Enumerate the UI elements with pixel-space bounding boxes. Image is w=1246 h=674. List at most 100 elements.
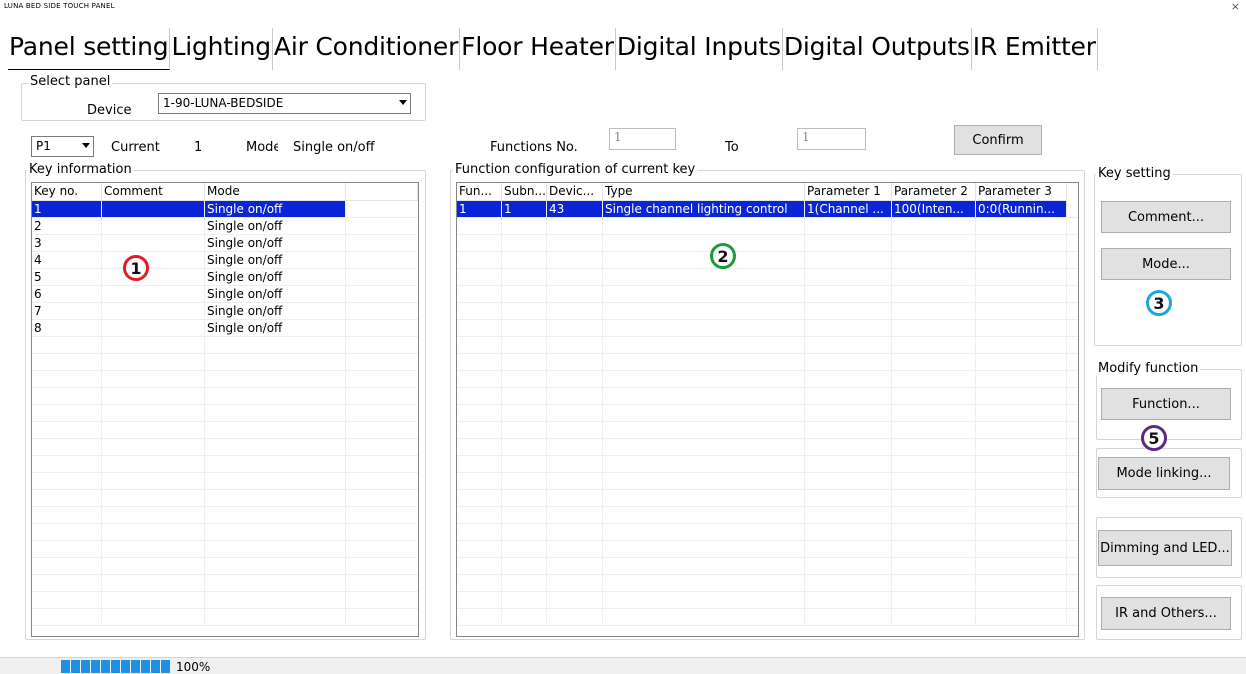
table-cell xyxy=(457,422,502,438)
table-row[interactable]: 1 1 43 Single channel lighting control 1(Cha… xyxy=(457,201,1078,218)
table-cell xyxy=(892,541,976,557)
tab-floor-heater[interactable]: Floor Heater xyxy=(460,28,616,70)
table-row xyxy=(457,303,1078,320)
functions-from-field[interactable]: 1 xyxy=(609,128,676,150)
table-cell xyxy=(102,235,205,251)
column-header[interactable]: Subn... xyxy=(502,183,547,201)
annotation-marker-1: 1 xyxy=(123,255,149,281)
table-cell: Single on/off xyxy=(205,303,346,319)
table-row xyxy=(457,252,1078,269)
table-row[interactable]: 8 Single on/off xyxy=(32,320,418,337)
table-row[interactable]: 3 Single on/off xyxy=(32,235,418,252)
column-header[interactable]: Devic... xyxy=(547,183,603,201)
column-header[interactable]: Parameter 1 xyxy=(805,183,892,201)
table-cell xyxy=(603,575,805,591)
table-row xyxy=(457,337,1078,354)
table-cell xyxy=(502,541,547,557)
progress-segment xyxy=(71,660,80,673)
mode-linking-button[interactable]: Mode linking... xyxy=(1098,457,1230,490)
table-row xyxy=(457,286,1078,303)
close-icon[interactable]: × xyxy=(1231,0,1240,13)
table-cell xyxy=(457,473,502,489)
table-cell xyxy=(502,252,547,268)
table-cell xyxy=(32,388,102,404)
functions-to-field[interactable]: 1 xyxy=(797,128,866,150)
table-cell xyxy=(976,575,1067,591)
table-cell xyxy=(976,252,1067,268)
table-cell xyxy=(805,286,892,302)
table-cell xyxy=(32,371,102,387)
function-button[interactable]: Function... xyxy=(1101,388,1231,420)
table-cell: Single on/off xyxy=(205,235,346,251)
column-header[interactable] xyxy=(346,183,418,201)
table-row xyxy=(32,371,418,388)
dimming-led-button[interactable]: Dimming and LED... xyxy=(1098,530,1232,566)
column-header[interactable]: Comment xyxy=(102,183,205,201)
table-cell xyxy=(457,405,502,421)
tab-air-conditioner[interactable]: Air Conditioner xyxy=(273,28,461,70)
table-cell xyxy=(32,439,102,455)
key-info-list[interactable]: Key no. Comment Mode 1 Single on/off 2 Sing… xyxy=(31,182,419,637)
table-row[interactable]: 4 Single on/off xyxy=(32,252,418,269)
table-cell xyxy=(102,524,205,540)
ir-others-button[interactable]: IR and Others... xyxy=(1101,597,1231,630)
table-row xyxy=(457,405,1078,422)
table-row xyxy=(32,490,418,507)
device-label: Device xyxy=(87,103,132,118)
table-cell xyxy=(976,456,1067,472)
tab-lighting[interactable]: Lighting xyxy=(170,28,273,70)
table-cell xyxy=(457,507,502,523)
table-cell xyxy=(603,269,805,285)
table-cell xyxy=(892,337,976,353)
main-tabs: Panel setting Lighting Air Conditioner F… xyxy=(8,28,1098,70)
progress-segment xyxy=(91,660,100,673)
table-cell xyxy=(805,456,892,472)
table-cell xyxy=(102,558,205,574)
mode-button[interactable]: Mode... xyxy=(1101,248,1231,280)
table-row[interactable]: 6 Single on/off xyxy=(32,286,418,303)
table-cell: Single on/off xyxy=(205,218,346,234)
table-row[interactable]: 2 Single on/off xyxy=(32,218,418,235)
table-row[interactable]: 5 Single on/off xyxy=(32,269,418,286)
table-row xyxy=(457,218,1078,235)
table-cell xyxy=(976,558,1067,574)
table-cell xyxy=(603,337,805,353)
table-cell xyxy=(102,575,205,591)
table-cell xyxy=(892,388,976,404)
table-row[interactable]: 7 Single on/off xyxy=(32,303,418,320)
table-row xyxy=(457,320,1078,337)
column-header[interactable]: Parameter 2 xyxy=(892,183,976,201)
device-select[interactable]: 1-90-LUNA-BEDSIDE xyxy=(158,93,411,114)
table-row xyxy=(32,592,418,609)
table-cell xyxy=(457,286,502,302)
table-cell xyxy=(502,422,547,438)
table-row xyxy=(32,507,418,524)
column-header[interactable]: Parameter 3 xyxy=(976,183,1067,201)
table-cell xyxy=(976,422,1067,438)
table-row xyxy=(32,388,418,405)
comment-button[interactable]: Comment... xyxy=(1101,201,1231,233)
confirm-button[interactable]: Confirm xyxy=(954,125,1042,155)
table-cell xyxy=(102,541,205,557)
tab-panel-setting[interactable]: Panel setting xyxy=(8,28,171,70)
tab-ir-emitter[interactable]: IR Emitter xyxy=(972,28,1098,70)
table-cell: 100(Inten... xyxy=(892,201,976,217)
column-header[interactable]: Mode xyxy=(205,183,346,201)
table-cell xyxy=(976,371,1067,387)
func-config-list[interactable]: Fun... Subn... Devic... Type Parameter 1… xyxy=(456,182,1079,637)
column-header[interactable]: Fun... xyxy=(457,183,502,201)
status-bar: 100% xyxy=(0,657,1246,674)
table-cell xyxy=(205,592,346,608)
chevron-down-icon xyxy=(399,100,407,105)
table-cell xyxy=(205,388,346,404)
tab-digital-outputs[interactable]: Digital Outputs xyxy=(783,28,972,70)
table-cell xyxy=(976,388,1067,404)
page-select[interactable]: P1 xyxy=(31,136,94,157)
column-header[interactable]: Type xyxy=(603,183,805,201)
tab-digital-inputs[interactable]: Digital Inputs xyxy=(616,28,783,70)
table-cell xyxy=(547,422,603,438)
column-header[interactable]: Key no. xyxy=(32,183,102,201)
table-row[interactable]: 1 Single on/off xyxy=(32,201,418,218)
table-cell xyxy=(205,490,346,506)
table-row xyxy=(457,388,1078,405)
